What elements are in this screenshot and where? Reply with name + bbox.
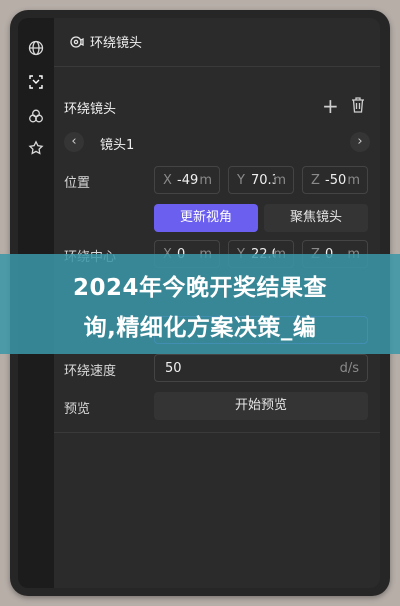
panel-title: 环绕镜头	[90, 36, 143, 51]
globe-icon[interactable]	[22, 34, 50, 62]
position-x-field[interactable]: X -49 m	[154, 166, 220, 194]
trash-icon[interactable]	[350, 96, 366, 118]
panel-header: 环绕镜头	[54, 18, 380, 67]
position-z-value: -50	[325, 173, 347, 188]
unit-label: m	[199, 173, 212, 188]
shot-name: 镜头1	[100, 138, 135, 153]
speed-value: 50	[165, 361, 182, 376]
axis-x-label: X	[163, 173, 172, 188]
axis-z-label: Z	[311, 173, 320, 188]
position-x-value: -49	[177, 173, 199, 188]
position-y-value: 70.3	[251, 173, 275, 188]
divider	[54, 432, 380, 433]
section-title: 环绕镜头	[64, 102, 117, 117]
banner-line-2: 询,精细化方案决策_编	[83, 315, 317, 341]
position-label: 位置	[64, 176, 91, 191]
axis-y-label: Y	[237, 173, 245, 188]
overlay-banner: 2024年今晚开奖结果查 询,精细化方案决策_编	[0, 254, 400, 354]
unit-label: m	[347, 173, 360, 188]
focus-shot-button[interactable]: 聚焦镜头	[264, 204, 368, 232]
position-z-field[interactable]: Z -50 m	[302, 166, 368, 194]
start-preview-button[interactable]: 开始预览	[154, 392, 368, 420]
layers-circles-icon[interactable]	[22, 102, 50, 130]
banner-line-1: 2024年今晚开奖结果查	[72, 275, 327, 301]
next-shot-button[interactable]: ›	[350, 132, 370, 152]
add-icon[interactable]: +	[322, 96, 339, 116]
speed-field[interactable]: 50 d/s	[154, 354, 368, 382]
position-y-field[interactable]: Y 70.3 m	[228, 166, 294, 194]
speed-unit: d/s	[339, 361, 359, 376]
update-view-button[interactable]: 更新视角	[154, 204, 258, 232]
preview-label: 预览	[64, 402, 91, 417]
camera-orbit-icon[interactable]	[22, 68, 50, 96]
speed-label: 环绕速度	[64, 364, 117, 379]
star-icon[interactable]	[22, 134, 50, 162]
unit-label: m	[273, 173, 286, 188]
camera-icon	[70, 34, 84, 53]
prev-shot-button[interactable]: ‹	[64, 132, 84, 152]
